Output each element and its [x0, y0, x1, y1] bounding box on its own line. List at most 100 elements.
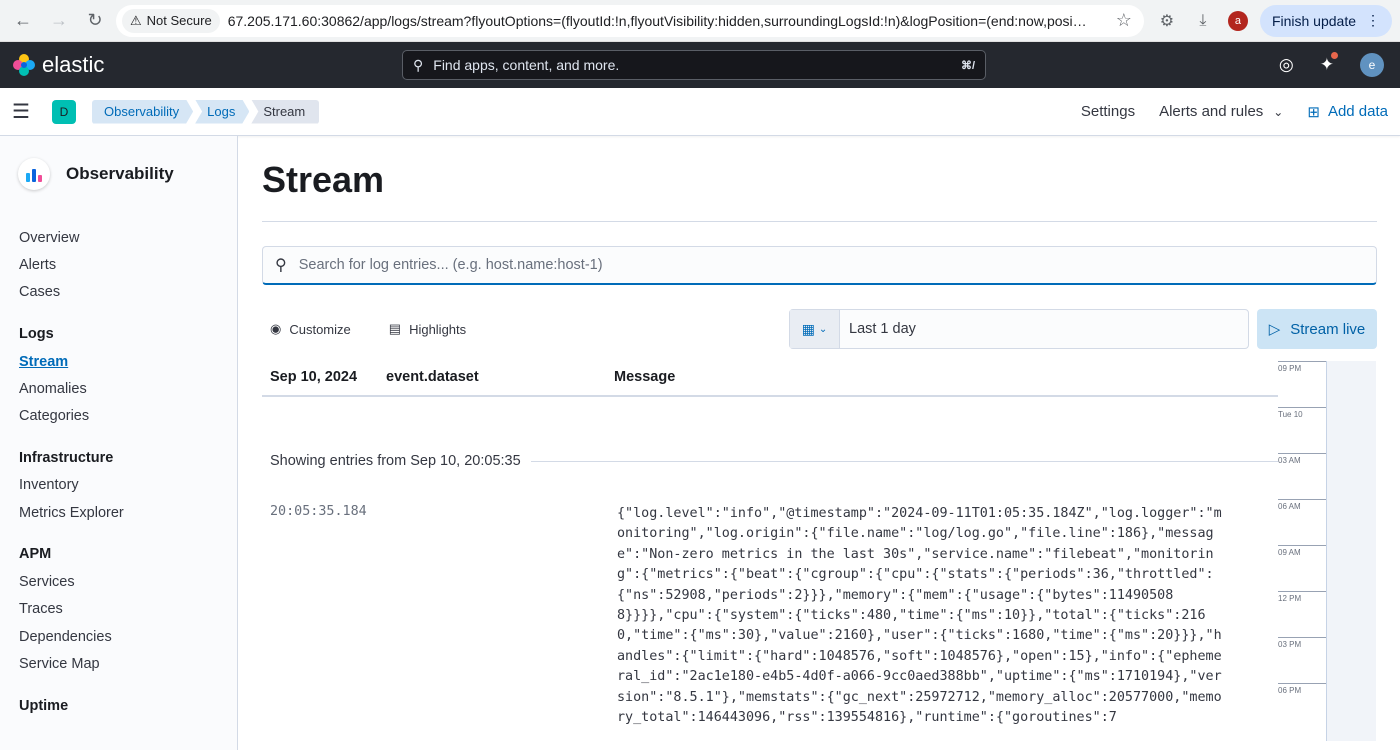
sidebar-item-alerts[interactable]: Alerts — [19, 251, 237, 278]
date-range-display[interactable]: Last 1 day — [840, 321, 916, 337]
minimap-tick: 09 AM — [1278, 545, 1326, 557]
search-icon: ⚲ — [413, 56, 424, 73]
user-avatar[interactable]: e — [1360, 53, 1384, 77]
chevron-down-icon: ⌄ — [1273, 104, 1284, 119]
back-icon[interactable]: ← — [8, 6, 38, 36]
breadcrumb-logs[interactable]: Logs — [195, 100, 249, 124]
finish-update-button[interactable]: Finish update ⋮ — [1259, 4, 1392, 37]
sidebar-item-stream[interactable]: Stream — [19, 348, 237, 375]
chevron-down-icon: ⌄ — [818, 323, 828, 335]
sidebar-item-service-map[interactable]: Service Map — [19, 650, 237, 677]
log-minimap[interactable]: 09 PM Tue 10 03 AM 06 AM 09 AM 12 PM 03 … — [1278, 353, 1376, 745]
sidebar-heading-apm: APM — [19, 546, 52, 563]
divider-line — [530, 460, 1278, 462]
minimap-tick: 03 PM — [1278, 637, 1326, 649]
minimap-tick: 09 PM — [1278, 361, 1326, 373]
column-header-dataset: event.dataset — [386, 369, 479, 385]
customize-button[interactable]: ◉ Customize — [270, 321, 351, 337]
highlights-label: Highlights — [409, 321, 467, 337]
side-nav-title: Observability — [18, 158, 237, 190]
search-icon: ⚲ — [275, 257, 287, 274]
log-column-headers: Sep 10, 2024 event.dataset Message — [262, 359, 1278, 397]
log-entry-row[interactable]: 20:05:35.184 {"log.level":"info","@times… — [262, 504, 1278, 728]
play-icon: ▷ — [1268, 321, 1281, 338]
brand-name: elastic — [42, 52, 105, 77]
add-data-label: Add data — [1327, 103, 1388, 120]
profile-avatar[interactable]: a — [1227, 10, 1248, 31]
shortcut-hint: ⌘/ — [960, 59, 975, 72]
minimap-tick: 12 PM — [1278, 591, 1326, 603]
sidebar-item-anomalies[interactable]: Anomalies — [19, 375, 237, 402]
customize-label: Customize — [289, 321, 351, 337]
minimap-tick: Tue 10 — [1278, 407, 1326, 419]
minimap-track — [1326, 361, 1376, 741]
showing-entries-divider: Showing entries from Sep 10, 20:05:35 — [270, 453, 1278, 469]
settings-link[interactable]: Settings — [1081, 103, 1135, 120]
eye-icon: ◉ — [270, 321, 282, 336]
warning-icon: ⚠ — [130, 12, 142, 28]
side-nav: Observability Overview Alerts Cases Logs… — [0, 136, 238, 750]
notification-badge — [1331, 52, 1338, 59]
menu-icon[interactable]: ☰ — [12, 99, 34, 124]
sidebar-item-services[interactable]: Services — [19, 568, 237, 595]
elastic-logo-icon — [13, 54, 35, 76]
elastic-header: elastic ⚲ Find apps, content, and more. … — [0, 42, 1400, 88]
reload-icon[interactable]: ↻ — [80, 6, 110, 36]
elastic-logo[interactable]: elastic — [12, 52, 104, 78]
url-text[interactable]: 67.205.171.60:30862/app/logs/stream?flyo… — [228, 13, 1102, 29]
showing-entries-text: Showing entries from Sep 10, 20:05:35 — [270, 453, 521, 469]
global-search-placeholder: Find apps, content, and more. — [433, 57, 620, 73]
calendar-icon: ▦ — [801, 320, 815, 337]
highlights-button[interactable]: ▤ Highlights — [389, 321, 466, 337]
minimap-tick: 03 AM — [1278, 453, 1326, 465]
database-plus-icon: ⊞ — [1307, 103, 1320, 121]
log-entry-timestamp: 20:05:35.184 — [270, 504, 367, 519]
alerts-and-rules-label: Alerts and rules — [1159, 103, 1264, 120]
address-bar[interactable]: ⚠ Not Secure 67.205.171.60:30862/app/log… — [116, 4, 1144, 37]
stream-live-label: Stream live — [1290, 320, 1366, 338]
sidebar-item-categories[interactable]: Categories — [19, 402, 237, 429]
security-label: Not Secure — [146, 13, 212, 28]
sidebar-item-cases[interactable]: Cases — [19, 279, 237, 306]
kebab-menu-icon: ⋮ — [1366, 12, 1380, 28]
page-title: Stream — [262, 160, 1377, 222]
space-avatar[interactable]: D — [52, 99, 76, 124]
news-feed-icon[interactable]: ✦ — [1320, 52, 1338, 75]
sidebar-item-inventory[interactable]: Inventory — [19, 472, 237, 499]
log-entry-message: {"log.level":"info","@timestamp":"2024-0… — [617, 506, 1222, 726]
help-icon[interactable]: ◎ — [1279, 55, 1294, 75]
breadcrumb: Observability Logs Stream — [92, 99, 321, 124]
security-indicator[interactable]: ⚠ Not Secure — [122, 8, 220, 33]
column-header-message: Message — [614, 369, 676, 385]
log-search-input[interactable]: ⚲ Search for log entries... (e.g. host.n… — [262, 246, 1377, 285]
sidebar-item-traces[interactable]: Traces — [19, 596, 237, 623]
sidebar-item-dependencies[interactable]: Dependencies — [19, 623, 237, 650]
extension-icon[interactable]: ⚙ — [1156, 11, 1178, 31]
breadcrumb-stream: Stream — [251, 99, 320, 124]
stream-live-button[interactable]: ▷ Stream live — [1257, 309, 1377, 349]
breadcrumb-observability[interactable]: Observability — [92, 100, 193, 124]
forward-icon[interactable]: → — [44, 6, 74, 36]
date-picker: ▦ ⌄ Last 1 day — [789, 309, 1249, 349]
stream-controls: ◉ Customize ▤ Highlights ▦ ⌄ Last 1 day … — [262, 309, 1377, 349]
observability-logo-icon — [18, 158, 50, 190]
add-data-button[interactable]: ⊞ Add data — [1307, 103, 1388, 121]
side-nav-title-text: Observability — [66, 164, 174, 183]
column-header-date: Sep 10, 2024 — [270, 369, 358, 385]
minimap-tick: 06 AM — [1278, 499, 1326, 511]
global-search-input[interactable]: ⚲ Find apps, content, and more. ⌘/ — [402, 50, 986, 80]
download-icon[interactable]: ⤓ — [1192, 12, 1214, 30]
breadcrumb-bar: ☰ D Observability Logs Stream Settings A… — [0, 88, 1400, 136]
quick-select-button[interactable]: ▦ ⌄ — [790, 310, 840, 348]
sidebar-item-metrics-explorer[interactable]: Metrics Explorer — [19, 499, 237, 526]
log-search-placeholder: Search for log entries... (e.g. host.nam… — [298, 257, 603, 273]
bookmark-star-icon[interactable]: ☆ — [1110, 10, 1138, 31]
highlighter-icon: ▤ — [388, 321, 402, 336]
sidebar-heading-uptime: Uptime — [19, 697, 69, 714]
minimap-tick: 06 PM — [1278, 683, 1326, 695]
sidebar-item-overview[interactable]: Overview — [19, 224, 237, 251]
sidebar-heading-logs: Logs — [19, 325, 54, 342]
main-content: Stream ⚲ Search for log entries... (e.g.… — [238, 136, 1400, 750]
sidebar-heading-infrastructure: Infrastructure — [19, 449, 114, 466]
alerts-and-rules-menu[interactable]: Alerts and rules ⌄ — [1159, 103, 1283, 120]
